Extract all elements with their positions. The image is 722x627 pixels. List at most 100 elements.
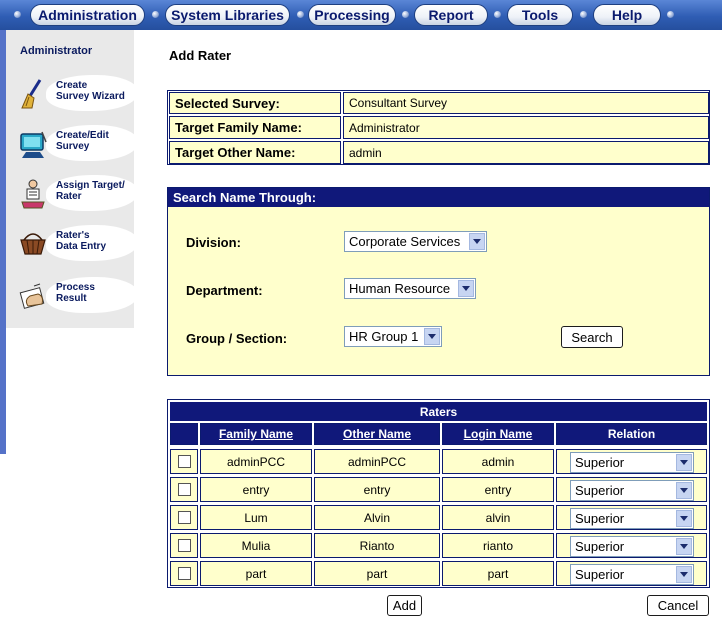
sidebar-item-raters-data-entry[interactable]: Rater's Data Entry [12, 224, 138, 266]
sidebar-item-label: Data Entry [56, 241, 107, 252]
nav-processing[interactable]: Processing [308, 4, 396, 26]
chevron-down-icon [676, 538, 692, 555]
family-name-cell: part [200, 561, 312, 586]
nav-tools[interactable]: Tools [507, 4, 573, 26]
sidebar-title: Administrator [20, 45, 93, 57]
cancel-button[interactable]: Cancel [647, 595, 709, 616]
other-name-cell: Alvin [314, 505, 440, 530]
relation-select[interactable]: Superior [570, 508, 694, 529]
row-checkbox[interactable] [177, 455, 191, 468]
division-label: Division: [186, 235, 241, 250]
relation-select-value: Superior [575, 483, 625, 498]
page-title: Add Rater [169, 48, 232, 63]
group-section-label: Group / Section: [186, 331, 288, 346]
selected-survey-value: Consultant Survey [343, 92, 709, 114]
login-name-column-header[interactable]: Login Name [442, 423, 554, 445]
family-name-cell: Mulia [200, 533, 312, 558]
relation-select[interactable]: Superior [570, 564, 694, 585]
family-name-cell: adminPCC [200, 449, 312, 474]
relation-select[interactable]: Superior [570, 452, 694, 473]
table-row [170, 505, 198, 530]
chevron-down-icon [676, 454, 692, 471]
sidebar-item-create-edit-survey[interactable]: Create/Edit Survey [12, 124, 138, 166]
raters-table: Raters Family Name Other Name Login Name… [167, 399, 710, 588]
sidebar-item-assign-target-rater[interactable]: Assign Target/ Rater [12, 174, 138, 216]
division-select[interactable]: Corporate Services [344, 231, 487, 252]
family-name-cell: Lum [200, 505, 312, 530]
relation-cell: Superior [556, 449, 707, 474]
basket-icon [20, 233, 46, 255]
login-name-cell: entry [442, 477, 554, 502]
target-family-name-value: Administrator [343, 116, 709, 139]
relation-select[interactable]: Superior [570, 536, 694, 557]
sidebar-item-label: Survey Wizard [56, 91, 125, 102]
sidebar-item-process-result[interactable]: Process Result [12, 276, 138, 318]
department-select-value: Human Resource [349, 281, 451, 296]
relation-cell: Superior [556, 477, 707, 502]
sidebar-item-label: Survey [56, 141, 90, 152]
login-name-cell: alvin [442, 505, 554, 530]
family-name-cell: entry [200, 477, 312, 502]
nav-report[interactable]: Report [414, 4, 488, 26]
person-icon [21, 179, 45, 209]
sidebar-item-create-survey-wizard[interactable]: Create Survey Wizard [12, 74, 138, 116]
department-label: Department: [186, 283, 263, 298]
sidebar-item-label: Assign Target/ [56, 180, 125, 191]
other-name-cell: Rianto [314, 533, 440, 558]
nav-bullet-icon [494, 11, 501, 18]
chevron-down-icon [676, 482, 692, 499]
row-checkbox[interactable] [177, 511, 191, 524]
department-select[interactable]: Human Resource [344, 278, 476, 299]
target-family-name-label: Target Family Name: [169, 116, 341, 139]
sidebar-item-label: Rater [56, 191, 82, 202]
sidebar-item-label: Create [56, 80, 88, 91]
other-name-column-header[interactable]: Other Name [314, 423, 440, 445]
relation-select[interactable]: Superior [570, 480, 694, 501]
sidebar-item-label: Create/Edit [56, 130, 109, 141]
nav-system-libraries[interactable]: System Libraries [165, 4, 290, 26]
selected-survey-panel: Selected Survey: Consultant Survey Targe… [167, 90, 710, 165]
select-column-header [170, 423, 198, 445]
other-name-cell: adminPCC [314, 449, 440, 474]
group-section-select[interactable]: HR Group 1 [344, 326, 442, 347]
division-select-value: Corporate Services [349, 234, 461, 249]
login-name-cell: rianto [442, 533, 554, 558]
relation-cell: Superior [556, 533, 707, 558]
chevron-down-icon [458, 280, 474, 297]
other-name-cell: entry [314, 477, 440, 502]
row-checkbox[interactable] [177, 539, 191, 552]
target-other-name-value: admin [343, 141, 709, 164]
relation-select-value: Superior [575, 511, 625, 526]
relation-select-value: Superior [575, 539, 625, 554]
login-name-cell: part [442, 561, 554, 586]
nav-bullet-icon [667, 11, 674, 18]
monitor-icon [20, 131, 47, 158]
nav-help[interactable]: Help [593, 4, 661, 26]
add-button[interactable]: Add [387, 595, 422, 616]
row-checkbox[interactable] [177, 483, 191, 496]
chevron-down-icon [424, 328, 440, 345]
chevron-down-icon [676, 510, 692, 527]
row-checkbox[interactable] [177, 567, 191, 580]
search-panel-header: Search Name Through: [168, 188, 709, 207]
chevron-down-icon [469, 233, 485, 250]
nav-bullet-icon [297, 11, 304, 18]
relation-select-value: Superior [575, 455, 625, 470]
nav-bullet-icon [580, 11, 587, 18]
search-panel: Search Name Through: Division: Corporate… [167, 187, 710, 376]
table-row [170, 561, 198, 586]
broom-icon [21, 79, 42, 109]
other-name-cell: part [314, 561, 440, 586]
selected-survey-label: Selected Survey: [169, 92, 341, 114]
sidebar-item-label: Rater's [56, 230, 90, 241]
nav-bullet-icon [152, 11, 159, 18]
target-other-name-label: Target Other Name: [169, 141, 341, 164]
search-button[interactable]: Search [561, 326, 623, 348]
family-name-column-header[interactable]: Family Name [200, 423, 312, 445]
nav-administration[interactable]: Administration [30, 4, 145, 26]
sidebar-item-label: Result [56, 293, 87, 304]
sidebar-item-label: Process [56, 282, 95, 293]
top-navigation-bar: Administration System Libraries Processi… [0, 0, 722, 30]
table-row [170, 449, 198, 474]
group-section-select-value: HR Group 1 [349, 329, 419, 344]
